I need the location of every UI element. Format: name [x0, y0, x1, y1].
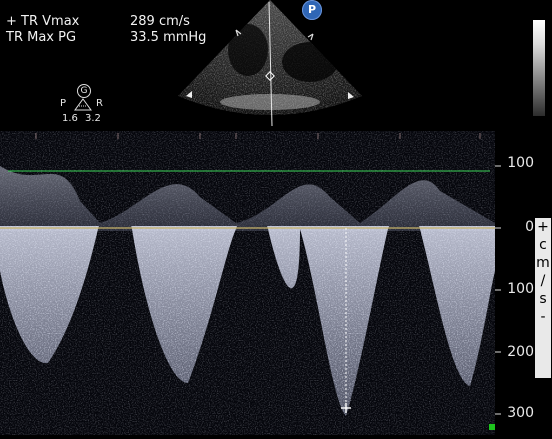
scale-tick-label: 0	[525, 219, 534, 235]
unit-char: -	[540, 309, 546, 325]
measurement-label: TR Max PG	[6, 30, 77, 45]
orientation-left-label: P	[60, 98, 67, 109]
measurement-label: + TR Vmax	[6, 14, 80, 29]
unit-char: s	[539, 291, 547, 307]
unit-char: m	[536, 255, 550, 271]
corner-marker	[489, 424, 495, 430]
echo-2d-sector-image	[178, 0, 362, 126]
doppler-spectrum	[0, 131, 495, 435]
orientation-value-right: 3.2	[85, 113, 101, 124]
unit-char: c	[539, 237, 547, 253]
scale-tick-label: 100	[507, 155, 534, 171]
grayscale-bar	[533, 20, 545, 116]
scale-tick-label: 200	[507, 344, 534, 360]
unit-char: /	[540, 273, 546, 289]
orientation-right-label: R	[96, 98, 103, 109]
unit-char: +	[537, 219, 549, 235]
orientation-triangle-icon	[74, 98, 92, 111]
orientation-symbol: G	[77, 84, 91, 98]
velocity-unit-label: + c m / s -	[535, 218, 551, 378]
probe-indicator-badge: P	[302, 0, 322, 20]
scale-tick-label: 300	[507, 405, 534, 421]
scale-tick-label: 100	[507, 281, 534, 297]
orientation-value-left: 1.6	[62, 113, 78, 124]
orientation-widget: G P R 1.6 3.2	[58, 84, 110, 126]
